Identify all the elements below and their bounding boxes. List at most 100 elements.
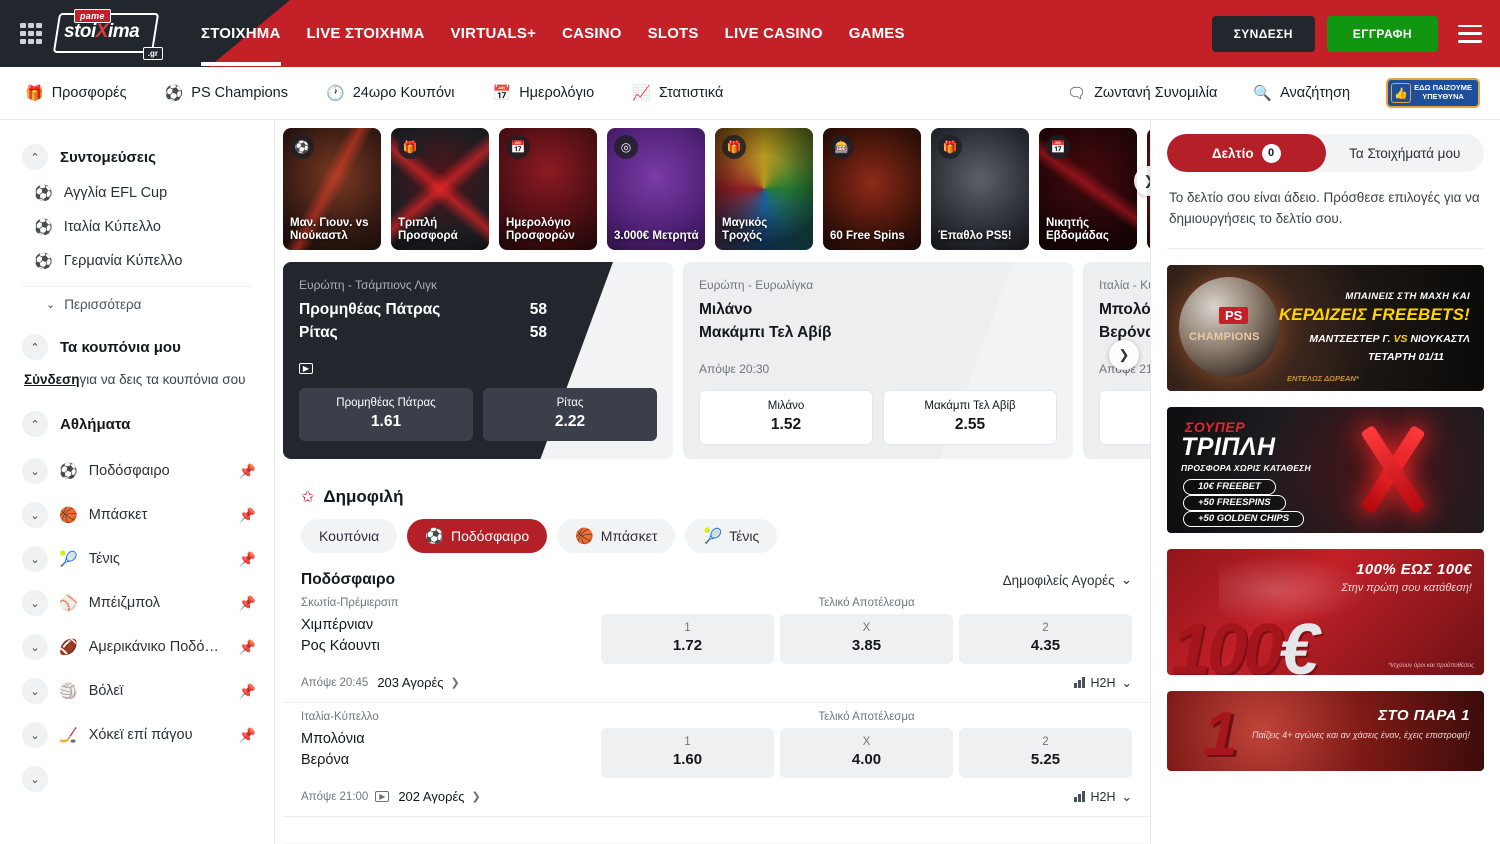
pin-icon[interactable]: 📌 (239, 639, 256, 656)
markets-dropdown[interactable]: Δημοφιλείς Αγορές ⌄ (1003, 572, 1132, 588)
promo-tile[interactable]: ⚽ Μαν. Γιουν. vs Νιούκαστλ (283, 128, 381, 250)
subnav-right-items: 🗨 Ζωντανή Συνομιλία 🔍 Αναζήτηση 👍 ΕΔΩ ΠΑ… (1067, 78, 1480, 108)
login-button[interactable]: ΣΥΝΔΕΣΗ (1212, 16, 1315, 52)
odd-button-x[interactable]: X 4.00 (780, 728, 953, 778)
match-markets-count[interactable]: 202 Αγορές (398, 789, 464, 804)
odd-button-1[interactable]: 1 1.72 (601, 614, 774, 664)
pin-icon[interactable]: 📌 (239, 595, 256, 612)
banner-amount-currency: € (1279, 610, 1315, 675)
featured-odd-button[interactable]: Προμηθέας Πάτρας 1.61 (299, 388, 473, 441)
nav-stoixima[interactable]: ΣΤΟΙΧΗΜΑ (201, 25, 281, 42)
sidebar-shortcut-efl-cup[interactable]: ⚽ Αγγλία EFL Cup (0, 176, 274, 210)
sidebar-item-football[interactable]: ⌄ ⚽ Ποδόσφαιρο 📌 (0, 449, 274, 493)
nav-slots[interactable]: SLOTS (648, 25, 699, 42)
responsible-gaming-badge[interactable]: 👍 ΕΔΩ ΠΑΙΖΟΥΜΕ ΥΠΕΥΘΥΝΑ (1386, 78, 1480, 108)
nav-virtuals[interactable]: VIRTUALS+ (451, 25, 537, 42)
pin-icon[interactable]: 📌 (239, 551, 256, 568)
nav-casino[interactable]: CASINO (562, 25, 622, 42)
match-markets-count[interactable]: 203 Αγορές (377, 675, 443, 690)
site-logo[interactable]: pame stoiXima .gr (56, 9, 161, 59)
subnav-item-ps-champions[interactable]: ⚽ PS Champions (165, 85, 288, 101)
featured-odd-button[interactable]: Μιλάνο 1.52 (699, 390, 873, 445)
tab-basketball[interactable]: 🏀 Μπάσκετ (557, 519, 675, 553)
sidebar-item-tennis[interactable]: ⌄ 🎾 Τένις 📌 (0, 537, 274, 581)
featured-carousel-next-button[interactable]: ❯ (1109, 340, 1139, 370)
live-chat-button[interactable]: 🗨 Ζωντανή Συνομιλία (1067, 84, 1217, 102)
pin-icon[interactable]: 📌 (239, 727, 256, 744)
tv-stream-icon[interactable]: ▶ (375, 791, 389, 802)
sidebar-item-volleyball[interactable]: ⌄ 🏐 Βόλεϊ 📌 (0, 669, 274, 713)
nav-games[interactable]: GAMES (849, 25, 905, 42)
sidebar-item-baseball[interactable]: ⌄ ⚾ Μπέιζμπολ 📌 (0, 581, 274, 625)
promo-tile[interactable]: 🎰 60 Free Spins (823, 128, 921, 250)
markets-dropdown-label: Δημοφιλείς Αγορές (1003, 573, 1115, 588)
promo-tile[interactable]: 📅 Ημερολόγιο Προσφορών (499, 128, 597, 250)
promo-tile[interactable]: 🎁 Έπαθλο PS5! (931, 128, 1029, 250)
tab-tennis[interactable]: 🎾 Τένις (685, 519, 777, 553)
chevron-down-icon[interactable]: ⌄ (22, 634, 48, 660)
sidebar-section-my-coupons[interactable]: ⌃ Τα κουπόνια μου (0, 328, 274, 366)
betslip-empty-message: Το δελτίο σου είναι άδειο. Πρόσθεσε επιλ… (1167, 172, 1484, 249)
match-teams[interactable]: Σκωτία-Πρέμιερσιπ Χιμπέρνιαν Ρος Κάουντι (301, 597, 601, 657)
sidebar-section-shortcuts[interactable]: ⌃ Συντομεύσεις (0, 138, 274, 176)
sidebar-show-more[interactable]: ⌄ Περισσότερα (22, 286, 252, 322)
match-teams[interactable]: Ιταλία-Κύπελλο Μπολόνια Βερόνα (301, 711, 601, 771)
subnav-item-statistics[interactable]: 📈 Στατιστικά (632, 85, 723, 101)
search-button[interactable]: 🔍 Αναζήτηση (1253, 84, 1350, 102)
signup-button[interactable]: ΕΓΓΡΑΦΗ (1327, 16, 1438, 52)
odd-button-x[interactable]: X 3.85 (780, 614, 953, 664)
banner-super-tripli[interactable]: ΣΟΥΠΕΡ ΤΡΙΠΛΗ ΠΡΟΣΦΟΡΑ ΧΩΡΙΣ ΚΑΤΑΘΕΣΗ 10… (1167, 407, 1484, 533)
tab-betslip[interactable]: Δελτίο 0 (1167, 134, 1326, 172)
pin-icon[interactable]: 📌 (239, 683, 256, 700)
sidebar-item-next-partial[interactable]: ⌄ (0, 757, 274, 801)
sidebar-item-ice-hockey[interactable]: ⌄ 🏒 Χόκεϊ επί πάγου 📌 (0, 713, 274, 757)
odd-button-2[interactable]: 2 5.25 (959, 728, 1132, 778)
sidebar-section-sports[interactable]: ⌃ Αθλήματα (0, 405, 274, 443)
featured-match-card[interactable]: Ευρώπη - Ευρωλίγκα Μιλάνο Μακάμπι Τελ Αβ… (683, 262, 1073, 459)
subnav-item-offers[interactable]: 🎁 Προσφορές (25, 85, 127, 101)
pin-icon[interactable]: 📌 (239, 463, 256, 480)
h2h-button[interactable]: H2H ⌄ (1074, 789, 1132, 804)
featured-match-card[interactable]: Ευρώπη - Τσάμπιονς Λιγκ Προμηθέας Πάτρας… (283, 262, 673, 459)
banner-sto-para-1[interactable]: 1 ΣΤΟ ΠΑΡΑ 1 Παίζεις 4+ αγώνες και αν χά… (1167, 691, 1484, 771)
nav-live-stoixima[interactable]: LIVE ΣΤΟΙΧΗΜΑ (307, 25, 425, 42)
chevron-down-icon: ⌄ (1122, 675, 1132, 690)
chevron-down-icon[interactable]: ⌄ (22, 458, 48, 484)
apps-grid-icon[interactable] (20, 23, 42, 45)
odd-button-1[interactable]: 1 1.60 (601, 728, 774, 778)
subnav-item-calendar[interactable]: 📅 Ημερολόγιο (493, 85, 595, 101)
sidebar-shortcut-italy-cup[interactable]: ⚽ Ιταλία Κύπελλο (0, 210, 274, 244)
featured-odd-button[interactable]: 1 1.6 (1099, 390, 1150, 445)
chevron-down-icon[interactable]: ⌄ (22, 502, 48, 528)
chevron-down-icon[interactable]: ⌄ (22, 590, 48, 616)
promo-tile[interactable]: ◎ 3.000€ Μετρητά (607, 128, 705, 250)
subnav-item-24h-coupon[interactable]: 🕐 24ωρο Κουπόνι (326, 85, 455, 101)
sidebar-item-american-football[interactable]: ⌄ 🏈 Αμερικάνικο Ποδόσ… 📌 (0, 625, 274, 669)
chevron-down-icon[interactable]: ⌄ (22, 722, 48, 748)
coupons-login-link[interactable]: Σύνδεση (24, 372, 80, 387)
chevron-right-icon[interactable]: ❯ (472, 790, 481, 803)
chevron-down-icon[interactable]: ⌄ (22, 766, 48, 792)
featured-stream-icon-wrap[interactable]: ▶ (299, 360, 657, 374)
sidebar-item-basketball[interactable]: ⌄ 🏀 Μπάσκετ 📌 (0, 493, 274, 537)
promo-tile[interactable]: 🎁 Μαγικός Τροχός (715, 128, 813, 250)
tab-coupons[interactable]: Κουπόνια (301, 519, 397, 553)
h2h-button[interactable]: H2H ⌄ (1074, 675, 1132, 690)
promo-tile[interactable]: 🎁 Τριπλή Προσφορά (391, 128, 489, 250)
pin-icon[interactable]: 📌 (239, 507, 256, 524)
odd-button-2[interactable]: 2 4.35 (959, 614, 1132, 664)
banner-ps-champions[interactable]: PS CHAMPIONS ΜΠΑΙΝΕΙΣ ΣΤΗ ΜΑΧΗ ΚΑΙ ΚΕΡΔΙ… (1167, 265, 1484, 391)
tab-football[interactable]: ⚽ Ποδόσφαιρο (407, 519, 547, 553)
nav-live-casino[interactable]: LIVE CASINO (725, 25, 823, 42)
featured-odd-button[interactable]: Ρίτας 2.22 (483, 388, 657, 441)
chevron-right-icon[interactable]: ❯ (451, 676, 460, 689)
banner-welcome-bonus[interactable]: 100€ 100% ΕΩΣ 100€ Στην πρώτη σου κατάθε… (1167, 549, 1484, 675)
chevron-down-icon[interactable]: ⌄ (22, 678, 48, 704)
sidebar-shortcut-germany-cup[interactable]: ⚽ Γερμανία Κύπελλο (0, 244, 274, 278)
featured-time: Απόψε 20:30 (699, 362, 1057, 376)
promo-tile[interactable]: 📅 Νικητής Εβδομάδας (1039, 128, 1137, 250)
featured-odd-button[interactable]: Μακάμπι Τελ Αβίβ 2.55 (883, 390, 1057, 445)
chevron-down-icon[interactable]: ⌄ (22, 546, 48, 572)
hamburger-menu-icon[interactable] (1458, 25, 1482, 43)
tab-my-bets[interactable]: Τα Στοιχήματά μου (1326, 134, 1485, 172)
